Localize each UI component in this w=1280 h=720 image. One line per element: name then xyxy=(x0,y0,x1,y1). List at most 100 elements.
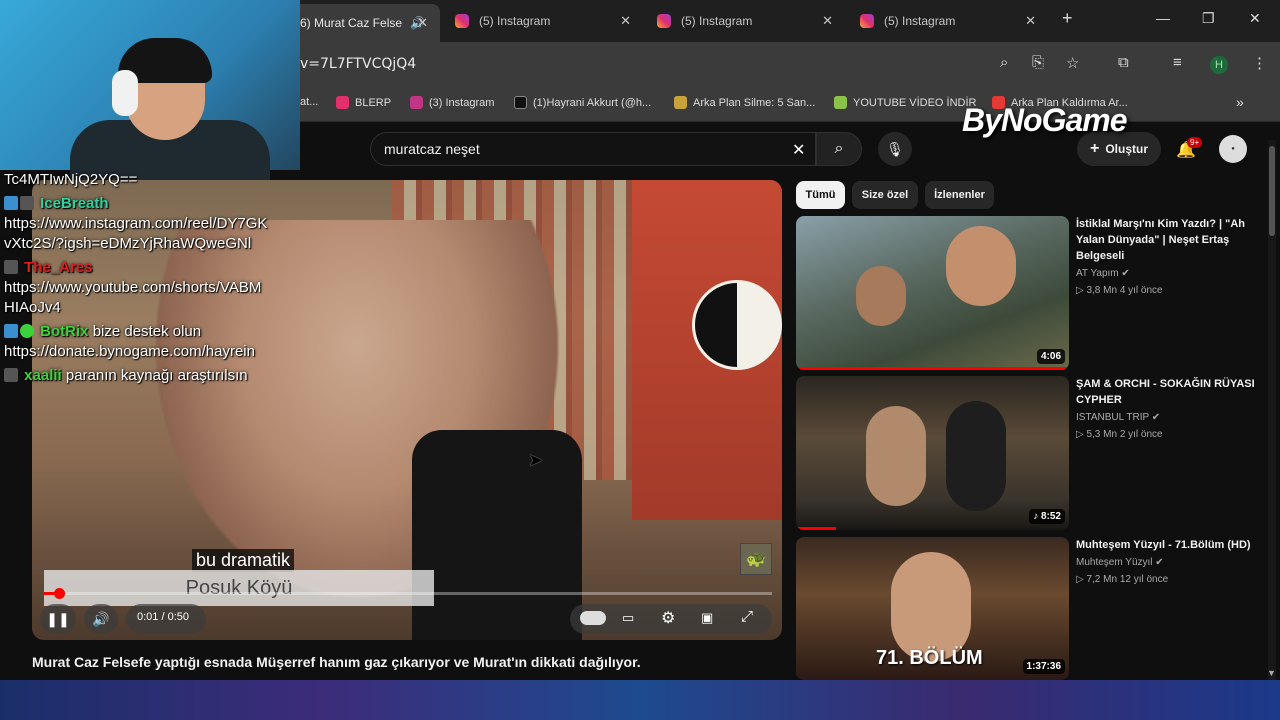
zoom-icon[interactable]: ⌕ xyxy=(1000,54,1008,71)
video-meta: ▷ 3,8 Mn 4 yıl önce xyxy=(1076,285,1163,296)
close-tab-icon[interactable]: ✕ xyxy=(620,13,631,29)
chat-message: https://www.youtube.com/shorts/VABM xyxy=(4,279,262,296)
video-thumbnail[interactable]: 4:06 xyxy=(796,216,1069,370)
thumb-figure xyxy=(891,552,971,662)
autoplay-toggle[interactable] xyxy=(580,611,606,625)
scroll-down-arrow-icon[interactable]: ▼ xyxy=(1267,668,1276,678)
channel-name[interactable]: ISTANBUL TRIP ✔ xyxy=(1076,412,1258,423)
bookmark-item[interactable]: (1)Hayrani Akkurt (@h... xyxy=(514,96,651,109)
chip-watched[interactable]: İzlenenler xyxy=(925,181,994,209)
watched-bar xyxy=(796,367,1069,370)
suggested-video[interactable]: ♪ 8:52 ŞAM & ORCHI - SOKAĞIN RÜYASI CYPH… xyxy=(796,376,1258,530)
chat-username: BotRix xyxy=(40,323,89,340)
maximize-button[interactable]: ❐ xyxy=(1202,10,1215,27)
voice-search-button[interactable]: 🎙 xyxy=(878,132,912,166)
tab-instagram-3[interactable]: (5) Instagram ✕ xyxy=(860,8,1040,34)
media-control-icon[interactable]: ≡ xyxy=(1173,54,1182,71)
video-time: 0:01 / 0:50 xyxy=(137,611,189,623)
download-icon xyxy=(834,96,847,109)
chat-message: Tc4MTIwNjQ2YQ== xyxy=(4,171,138,188)
yin-yang-symbol xyxy=(692,280,782,370)
video-progress-bar[interactable] xyxy=(44,588,772,599)
subtitle-overlay: Posuk Köyü xyxy=(44,570,434,606)
chat-message: xaalii paranın kaynağı araştırılsın xyxy=(4,366,304,386)
chat-username: The_Ares xyxy=(24,259,93,276)
search-button[interactable]: ⌕ xyxy=(816,132,862,166)
suggested-video[interactable]: 4:06 İstiklal Marşı'nı Kim Yazdı? | "Ah … xyxy=(796,216,1258,370)
bookmark-item[interactable]: Arka Plan Silme: 5 San... xyxy=(674,96,815,109)
new-tab-button[interactable]: + xyxy=(1062,8,1073,29)
watched-bar xyxy=(796,527,836,530)
headphones-icon xyxy=(112,70,138,116)
bookmark-item[interactable]: YOUTUBE VİDEO İNDİR xyxy=(834,96,976,109)
chat-message: BotRix bize destek olun xyxy=(4,322,304,342)
verified-icon: ✔ xyxy=(1121,268,1130,279)
close-tab-icon[interactable]: ✕ xyxy=(1025,13,1036,29)
close-tab-icon[interactable]: ✕ xyxy=(822,13,833,29)
video-meta: ▷ 7,2 Mn 12 yıl önce xyxy=(1076,574,1169,585)
search-input-value: muratcaz neşet xyxy=(384,141,480,157)
bookmark-item[interactable]: at... xyxy=(300,96,318,108)
subtitles-icon[interactable]: ▭ xyxy=(622,610,634,626)
tiktok-icon xyxy=(514,96,527,109)
video-meta: ▷ 5,3 Mn 2 yıl önce xyxy=(1076,429,1163,440)
pause-button[interactable]: ❚❚ xyxy=(40,604,76,634)
profile-avatar[interactable]: H xyxy=(1210,56,1228,74)
chat-message: The_Ares xyxy=(4,258,304,278)
menu-icon[interactable]: ⋮ xyxy=(1252,54,1267,72)
thumb-figure xyxy=(946,226,1016,306)
microphone-icon: 🎙 xyxy=(886,140,904,157)
mouse-cursor-icon: ➤ xyxy=(528,450,544,470)
suggested-title[interactable]: Muhteşem Yüzyıl - 71.Bölüm (HD) xyxy=(1076,537,1258,553)
minimize-button[interactable]: — xyxy=(1156,10,1170,26)
tab-title: (5) Instagram xyxy=(884,14,956,28)
close-tab-icon[interactable]: ✕ xyxy=(417,15,428,31)
settings-gear-icon[interactable]: ⚙ xyxy=(661,608,675,628)
video-duration: 4:06 xyxy=(1036,349,1065,364)
video-title: Murat Caz Felsefe yaptığı esnada Müşerre… xyxy=(32,654,641,670)
bookmark-star-icon[interactable]: ☆ xyxy=(1066,54,1079,72)
chat-username: IceBreath xyxy=(40,195,109,212)
tab-instagram-2[interactable]: (5) Instagram ✕ xyxy=(657,8,837,34)
fullscreen-icon[interactable]: ⤢ xyxy=(741,608,753,625)
bookmark-item[interactable]: BLERP xyxy=(336,96,391,109)
instagram-icon xyxy=(410,96,423,109)
suggested-title[interactable]: İstiklal Marşı'nı Kim Yazdı? | "Ah Yalan… xyxy=(1076,216,1258,264)
search-icon: ⌕ xyxy=(834,140,844,157)
volume-button[interactable]: 🔊 xyxy=(84,604,118,634)
thumb-episode-label: 71. BÖLÜM xyxy=(876,647,983,669)
webcam-overlay xyxy=(0,0,300,180)
clear-search-icon[interactable]: ✕ xyxy=(792,140,805,160)
progress-scrubber[interactable] xyxy=(53,588,65,599)
verified-icon: ✔ xyxy=(1155,557,1164,568)
chat-message: vXtc2S/?igsh=eDMzYjRhaWQweGNl xyxy=(4,235,252,252)
channel-name[interactable]: Muhteşem Yüzyıl ✔ xyxy=(1076,557,1258,568)
account-avatar[interactable]: ● xyxy=(1219,135,1247,163)
chat-message: IceBreath xyxy=(4,194,304,214)
close-window-button[interactable]: ✕ xyxy=(1249,10,1261,27)
tab-instagram-1[interactable]: (5) Instagram ✕ xyxy=(455,8,635,34)
extensions-icon[interactable]: ⧉ xyxy=(1118,54,1129,71)
chat-overlay: Tc4MTIwNjQ2YQ== IceBreath https://www.in… xyxy=(4,170,304,386)
tab-youtube-active[interactable]: 6) Murat Caz Felse 🔊 ✕ xyxy=(290,4,440,42)
mod-badge-icon xyxy=(4,324,18,338)
channel-name[interactable]: AT Yapım ✔ xyxy=(1076,268,1258,279)
url-field[interactable]: v=7L7FTVCQjQ4 xyxy=(300,56,416,72)
chip-all[interactable]: Tümü xyxy=(796,181,845,209)
thumb-figure xyxy=(856,266,906,326)
chip-for-you[interactable]: Size özel xyxy=(852,181,918,209)
scrollbar-thumb[interactable] xyxy=(1269,146,1275,236)
suggested-title[interactable]: ŞAM & ORCHI - SOKAĞIN RÜYASI CYPHER xyxy=(1076,376,1258,408)
plus-icon: + xyxy=(1089,140,1100,157)
miniplayer-icon[interactable]: ▣ xyxy=(701,610,713,626)
page-scrollbar[interactable] xyxy=(1268,140,1276,680)
video-thumbnail[interactable]: 71. BÖLÜM 1:37:36 xyxy=(796,537,1069,680)
instagram-icon xyxy=(455,14,469,28)
install-icon[interactable]: ⎘ xyxy=(1032,54,1044,71)
pause-icon: ❚❚ xyxy=(46,610,70,627)
channel-watermark[interactable]: 🐢 xyxy=(740,543,772,575)
video-thumbnail[interactable]: ♪ 8:52 xyxy=(796,376,1069,530)
bookmark-item[interactable]: (3) Instagram xyxy=(410,96,494,109)
suggested-video[interactable]: 71. BÖLÜM 1:37:36 Muhteşem Yüzyıl - 71.B… xyxy=(796,537,1258,680)
bookmarks-overflow-icon[interactable]: » xyxy=(1236,94,1244,110)
